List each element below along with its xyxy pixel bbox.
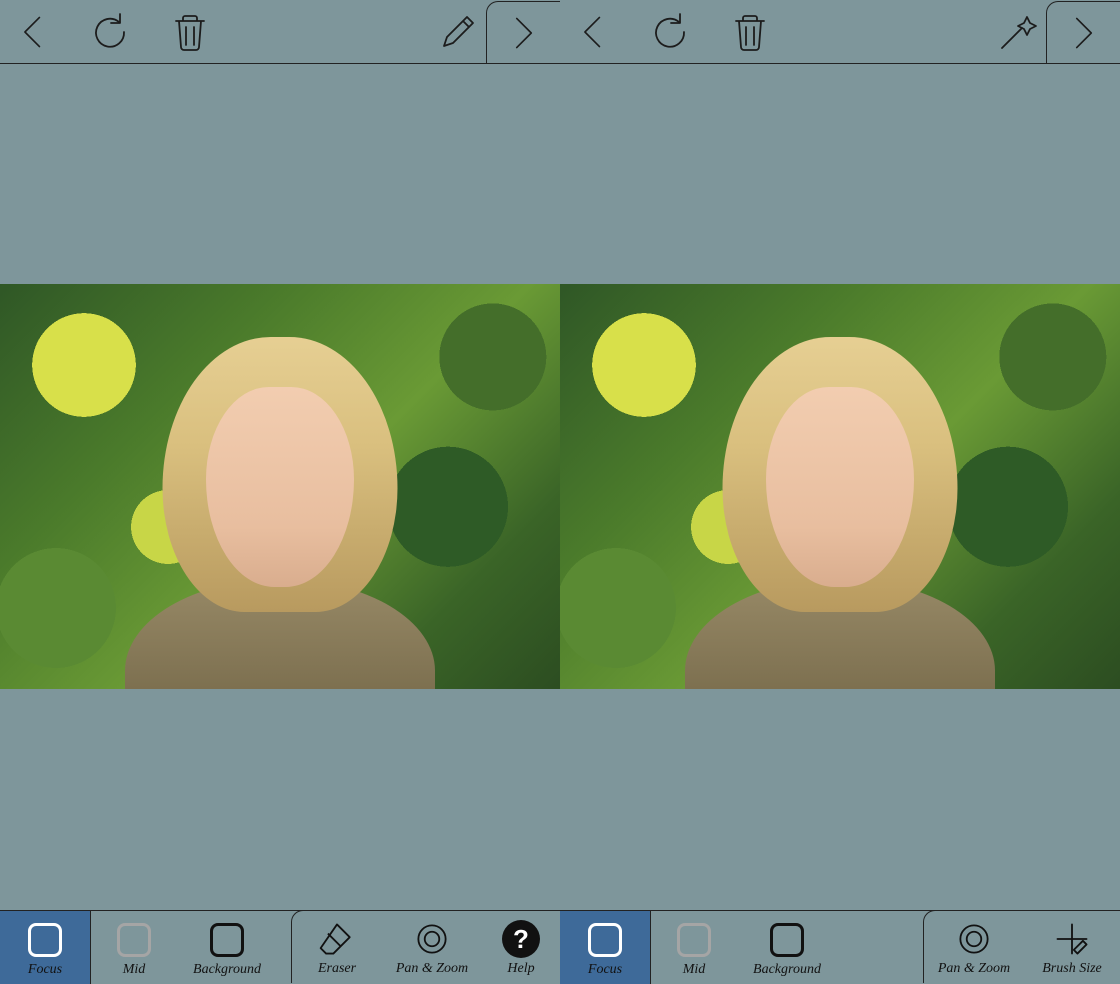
mode-button[interactable] [996,10,1040,54]
undo-button[interactable] [650,10,694,54]
tool-brushsize[interactable]: Brush Size [1024,911,1120,983]
back-button[interactable] [572,10,616,54]
delete-button[interactable] [728,10,772,54]
depth-label: Background [193,961,261,979]
top-toolbar [560,0,1120,64]
undo-icon [650,10,694,54]
top-toolbar [0,0,560,64]
background-swatch-icon [770,923,804,957]
mid-swatch-icon [677,923,711,957]
next-button[interactable] [1046,1,1120,64]
tool-panzoom[interactable]: Pan & Zoom [924,911,1024,983]
tool-label: Pan & Zoom [396,960,468,978]
depth-focus[interactable]: Focus [2,911,88,984]
tool-panzoom[interactable]: Pan & Zoom [382,911,482,983]
tool-label: Eraser [318,960,356,978]
depth-background[interactable]: Background [737,911,837,984]
depth-background[interactable]: Background [177,911,277,984]
photo-placeholder [0,284,560,689]
pan-zoom-icon [954,919,994,959]
depth-label: Background [753,961,821,979]
depth-label: Mid [683,961,706,979]
magic-wand-icon [996,10,1040,54]
tool-label: Brush Size [1042,960,1102,978]
mid-swatch-icon [117,923,151,957]
delete-button[interactable] [168,10,212,54]
editor-canvas[interactable] [0,64,560,910]
chevron-right-icon [1064,11,1104,55]
pan-zoom-icon [412,919,452,959]
eraser-icon [317,919,357,959]
depth-label: Mid [123,961,146,979]
trash-icon [728,9,772,55]
next-button[interactable] [486,1,560,64]
right-panel: Focus Mid Background Pan & Zoom Brush Si… [560,0,1120,984]
background-swatch-icon [210,923,244,957]
back-button[interactable] [12,10,56,54]
depth-label: Focus [588,961,622,979]
editor-canvas[interactable] [560,64,1120,910]
focus-swatch-icon [28,923,62,957]
photo-placeholder [560,284,1120,689]
chevron-left-icon [574,10,614,54]
pencil-icon [436,10,480,54]
brush-size-icon [1052,919,1092,959]
tool-eraser[interactable]: Eraser [292,911,382,983]
depth-focus[interactable]: Focus [562,911,648,984]
tool-help[interactable]: ? Help [482,911,560,983]
tool-label: Help [507,960,534,978]
bottom-toolbar: Focus Mid Background Pan & Zoom Brush Si… [560,910,1120,984]
depth-mid[interactable]: Mid [91,911,177,984]
undo-icon [90,10,134,54]
chevron-left-icon [14,10,54,54]
chevron-right-icon [504,11,544,55]
bottom-toolbar: Focus Mid Background Eraser Pan & Zoom [0,910,560,984]
focus-swatch-icon [588,923,622,957]
left-panel: Focus Mid Background Eraser Pan & Zoom [0,0,560,984]
depth-mid[interactable]: Mid [651,911,737,984]
help-icon: ? [502,920,540,958]
tool-label: Pan & Zoom [938,960,1010,978]
trash-icon [168,9,212,55]
depth-label: Focus [28,961,62,979]
undo-button[interactable] [90,10,134,54]
mode-button[interactable] [436,10,480,54]
